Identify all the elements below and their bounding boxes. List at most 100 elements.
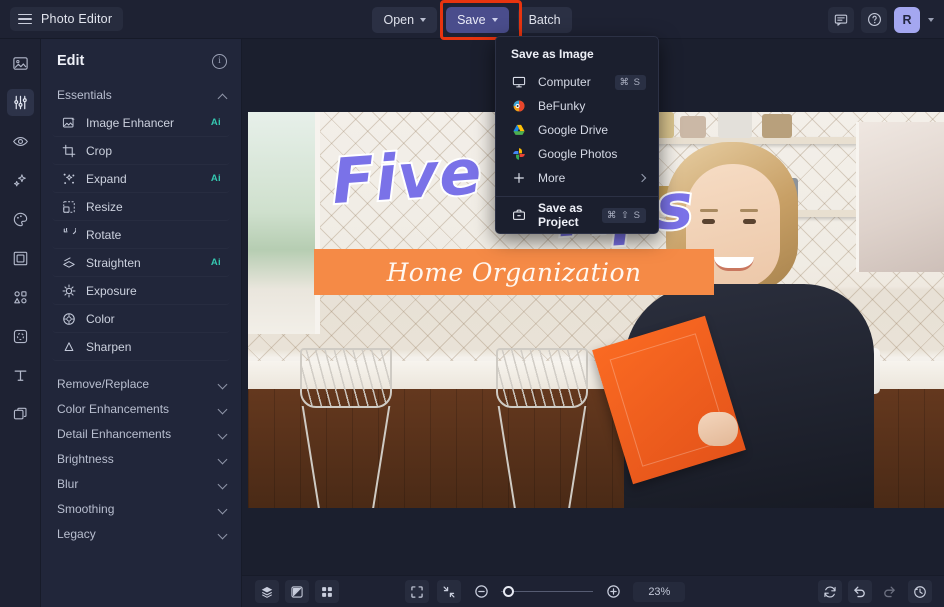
group-label: Legacy — [57, 526, 96, 541]
history-button[interactable] — [907, 580, 932, 603]
menu-divider — [496, 196, 658, 197]
menu-item-computer[interactable]: Computer ⌘ S — [496, 70, 658, 94]
rail-item-artsy[interactable] — [7, 206, 34, 233]
chevron-down-icon[interactable] — [928, 17, 934, 22]
rail-item-image[interactable] — [7, 50, 34, 77]
menu-item-label: Google Photos — [538, 147, 618, 161]
panel-item-label: Resize — [86, 199, 123, 214]
help-button[interactable] — [861, 6, 887, 33]
grid-button[interactable] — [315, 580, 339, 603]
panel-item-sharpen[interactable]: Sharpen — [52, 333, 230, 361]
info-icon[interactable]: i — [212, 53, 227, 69]
panel-item-exposure[interactable]: Exposure — [52, 277, 230, 305]
group-smoothing[interactable]: Smoothing — [41, 496, 241, 521]
menu-item-google-drive[interactable]: Google Drive — [496, 118, 658, 142]
ai-badge: Ai — [210, 117, 221, 128]
group-legacy[interactable]: Legacy — [41, 521, 241, 546]
feedback-button[interactable] — [828, 6, 854, 33]
ai-badge: Ai — [210, 173, 221, 184]
avatar[interactable]: R — [894, 6, 920, 33]
center-tool-group: Open Save Batch — [0, 0, 944, 40]
rail-item-frames[interactable] — [7, 245, 34, 272]
panel-item-image-enhancer[interactable]: Image Enhancer Ai — [52, 109, 230, 137]
group-label: Blur — [57, 476, 79, 491]
group-remove-replace[interactable]: Remove/Replace — [41, 371, 241, 396]
image-icon — [12, 57, 28, 70]
chevron-down-icon — [218, 429, 227, 438]
headline-banner: Home Organization — [314, 249, 714, 295]
panel-item-label: Sharpen — [86, 339, 132, 354]
group-label: Brightness — [57, 451, 114, 466]
shortcut-badge — [636, 104, 646, 108]
panel-item-crop[interactable]: Crop — [52, 137, 230, 165]
zoom-out-button[interactable] — [469, 580, 493, 603]
shortcut-badge — [636, 128, 646, 132]
bar-stool — [496, 348, 588, 508]
batch-button[interactable]: Batch — [517, 6, 572, 33]
group-label: Detail Enhancements — [57, 426, 172, 441]
menu-item-label: Save as Project — [538, 201, 583, 229]
rail-item-text[interactable] — [7, 362, 34, 389]
rail-item-effects[interactable] — [7, 167, 34, 194]
group-essentials[interactable]: Essentials — [41, 81, 241, 109]
save-button-wrapper: Save — [440, 0, 523, 40]
panel-item-resize[interactable]: Resize — [52, 193, 230, 221]
banner-text: Home Organization — [386, 257, 642, 287]
menu-item-label: More — [538, 171, 566, 185]
monitor-icon — [511, 75, 527, 89]
history-icon — [914, 585, 926, 598]
reset-icon — [824, 585, 836, 598]
rail-item-retouch[interactable] — [7, 128, 34, 155]
panel-item-label: Crop — [86, 143, 113, 158]
panel-item-color[interactable]: Color — [52, 305, 230, 333]
group-detail-enhancements[interactable]: Detail Enhancements — [41, 421, 241, 446]
layers-icon — [13, 407, 27, 420]
essentials-items: Image Enhancer Ai Crop Expand Ai Resize … — [41, 109, 241, 361]
sliders-icon — [13, 95, 27, 110]
rail-item-edit[interactable] — [6, 89, 34, 116]
tool-rail — [0, 39, 41, 607]
chevron-up-icon — [218, 91, 227, 100]
panel-item-rotate[interactable]: Rotate — [52, 221, 230, 249]
panel-item-straighten[interactable]: Straighten Ai — [52, 249, 230, 277]
undo-button[interactable] — [847, 580, 872, 603]
actual-size-button[interactable] — [437, 580, 462, 603]
layers-button[interactable] — [255, 580, 279, 603]
exposure-icon — [61, 283, 76, 298]
fit-screen-button[interactable] — [405, 580, 430, 603]
rail-item-overlays[interactable] — [7, 323, 34, 350]
group-brightness[interactable]: Brightness — [41, 446, 241, 471]
open-label: Open — [383, 12, 415, 27]
group-color-enhancements[interactable]: Color Enhancements — [41, 396, 241, 421]
panel-item-label: Exposure — [86, 283, 137, 298]
save-button[interactable]: Save — [446, 6, 509, 33]
sticker-icon — [13, 329, 27, 344]
rail-item-graphics[interactable] — [7, 284, 34, 311]
top-toolbar: Photo Editor Open Save Batch R — [0, 0, 944, 40]
image-enhancer-icon — [61, 115, 76, 130]
palette-icon — [13, 212, 27, 227]
zoom-out-icon — [475, 585, 488, 598]
group-label: Remove/Replace — [57, 376, 150, 391]
compare-button[interactable] — [285, 580, 309, 603]
panel-title: Edit — [57, 53, 85, 69]
group-essentials-label: Essentials — [57, 88, 112, 102]
open-button[interactable]: Open — [372, 6, 438, 33]
menu-item-more[interactable]: More — [496, 166, 658, 190]
reset-button[interactable] — [817, 580, 842, 603]
zoom-in-button[interactable] — [601, 580, 625, 603]
zoom-value[interactable]: 23% — [633, 581, 686, 602]
panel-item-label: Straighten — [86, 255, 141, 270]
zoom-in-icon — [607, 585, 620, 598]
menu-item-google-photos[interactable]: Google Photos — [496, 142, 658, 166]
redo-button[interactable] — [878, 580, 902, 603]
group-blur[interactable]: Blur — [41, 471, 241, 496]
menu-item-befunky[interactable]: BeFunky — [496, 94, 658, 118]
panel-item-expand[interactable]: Expand Ai — [52, 165, 230, 193]
comment-icon — [834, 14, 848, 26]
zoom-slider[interactable] — [501, 586, 594, 598]
slider-knob[interactable] — [503, 586, 515, 597]
rail-item-layers[interactable] — [7, 401, 34, 428]
sparkles-icon — [13, 174, 26, 187]
menu-item-save-as-project[interactable]: Save as Project ⌘ ⇧ S — [496, 201, 658, 229]
